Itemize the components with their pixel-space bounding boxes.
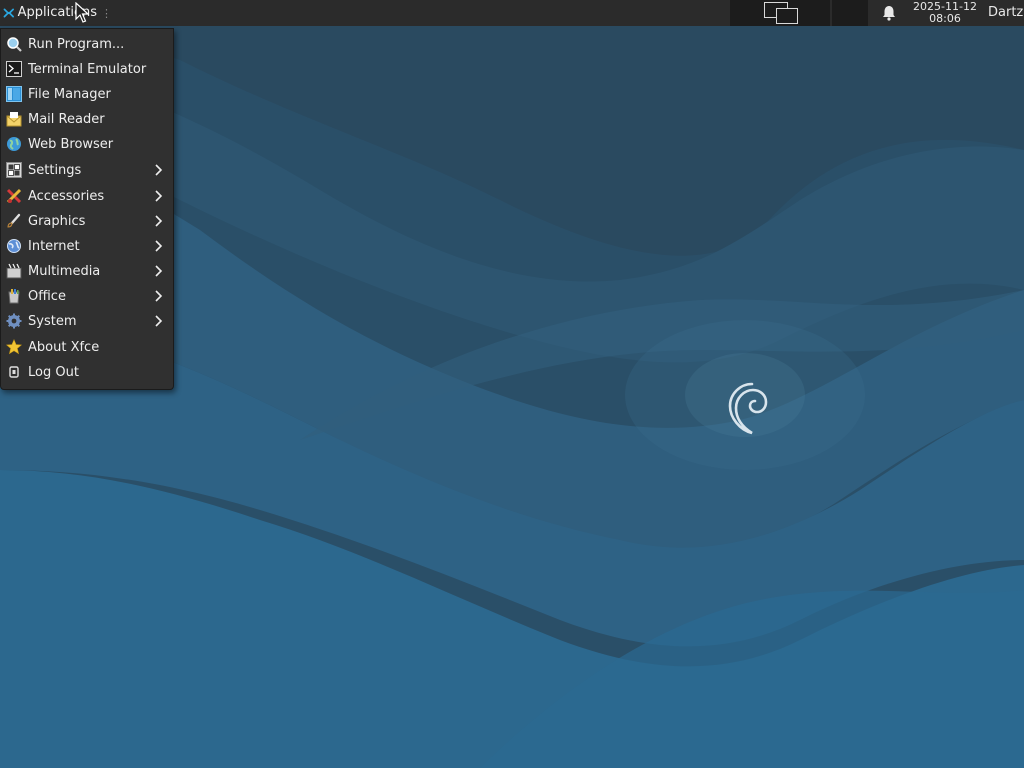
debian-swirl-logo [728,382,768,435]
menu-item-label: Mail Reader [28,111,105,127]
logout-icon [9,366,19,378]
submenu-arrow-icon [155,164,163,176]
applications-menu: Run Program... Terminal Emulator File Ma… [0,28,174,390]
menu-item-label: About Xfce [28,339,100,355]
menu-item-about-xfce[interactable]: About Xfce [1,335,173,359]
submenu-arrow-icon [155,190,163,202]
menu-item-internet[interactable]: Internet [1,234,173,258]
menu-item-file-manager[interactable]: File Manager [1,82,173,106]
submenu-arrow-icon [155,315,163,327]
graphics-icon [7,213,21,228]
menu-item-label: Multimedia [28,263,101,279]
menu-item-multimedia[interactable]: Multimedia [1,259,173,283]
menu-item-label: Accessories [28,188,105,204]
applications-menu-button[interactable]: Applications ⋮ [0,0,112,26]
file-manager-icon [6,86,22,102]
mouse-pointer-icon [75,2,89,23]
xfce-logo-icon [3,8,14,18]
menu-item-accessories[interactable]: Accessories [1,184,173,208]
web-browser-icon [7,137,21,151]
menu-item-run-program[interactable]: Run Program... [1,32,173,56]
accessories-icon [6,188,22,204]
settings-icon [6,162,22,178]
internet-icon [7,239,21,253]
menu-item-log-out[interactable]: Log Out [1,360,173,384]
menu-item-graphics[interactable]: Graphics [1,209,173,233]
menu-item-label: Run Program... [28,36,125,52]
workspace-2[interactable] [832,0,868,26]
workspace-1[interactable] [730,0,832,26]
menu-item-label: Settings [28,162,82,178]
menu-item-settings[interactable]: Settings [1,158,173,182]
multimedia-icon [6,263,22,279]
system-icon [6,313,22,329]
submenu-arrow-icon [155,240,163,252]
submenu-arrow-icon [155,265,163,277]
star-icon [6,339,22,355]
menu-item-system[interactable]: System [1,309,173,333]
top-panel: Applications ⋮ 2025-11-12 08:06 Dartz [0,0,1024,26]
notification-bell-icon[interactable] [880,4,898,22]
desktop: Applications ⋮ 2025-11-12 08:06 Dartz Ru… [0,0,1024,768]
menu-item-mail-reader[interactable]: Mail Reader [1,107,173,131]
run-program-icon [7,37,22,52]
clock-time: 08:06 [929,12,961,25]
menu-item-terminal-emulator[interactable]: Terminal Emulator [1,57,173,81]
menu-item-label: Terminal Emulator [28,61,147,77]
menu-item-label: Web Browser [28,136,114,152]
mail-icon [6,112,22,127]
submenu-arrow-icon [155,215,163,227]
menu-item-label: Log Out [28,364,79,380]
menu-item-label: System [28,313,77,329]
workspace-switcher[interactable] [730,0,868,26]
menu-item-label: File Manager [28,86,111,102]
submenu-arrow-icon [155,290,163,302]
menu-item-web-browser[interactable]: Web Browser [1,132,173,156]
office-icon [8,289,20,304]
user-menu-button[interactable]: Dartz [988,0,1024,26]
clock[interactable]: 2025-11-12 08:06 [908,1,982,25]
menu-item-office[interactable]: Office [1,284,173,308]
panel-grip-icon[interactable]: ⋮ [101,7,112,20]
workspace-window-preview [776,8,798,24]
menu-item-label: Office [28,288,66,304]
menu-item-label: Graphics [28,213,86,229]
terminal-icon [6,61,22,77]
menu-item-label: Internet [28,238,80,254]
